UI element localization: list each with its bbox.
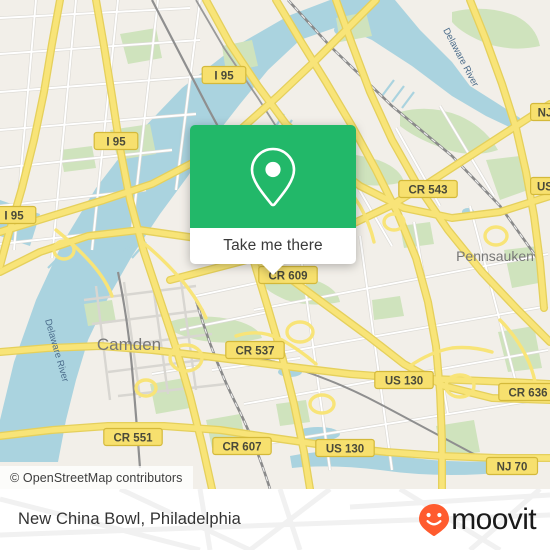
road-shield-label: US xyxy=(537,181,550,193)
road-shield-label: US 130 xyxy=(326,443,364,455)
moovit-logo[interactable]: moovit xyxy=(418,502,537,537)
road-shield: US xyxy=(530,176,550,196)
footer-bar: New China Bowl, Philadelphia moovit xyxy=(0,489,550,550)
road-shield-label: I 95 xyxy=(4,210,24,222)
map-pin-icon xyxy=(250,147,296,206)
road-shield-label: NJ 70 xyxy=(497,461,528,473)
callout-pointer xyxy=(262,264,284,275)
moovit-wordmark: moovit xyxy=(451,502,536,536)
road-shield: US 130 xyxy=(374,370,434,390)
road-shield-label: US 130 xyxy=(385,375,423,387)
road-shield: CR 543 xyxy=(398,179,458,199)
callout-thumbnail xyxy=(190,125,356,228)
road-shield: CR 551 xyxy=(103,427,163,447)
road-shield: I 95 xyxy=(201,65,247,85)
page-title: New China Bowl, Philadelphia xyxy=(18,510,241,528)
moovit-map-screenshot: Camden Pennsauken Delaware River Delaware … xyxy=(0,0,550,550)
road-shield: CR 607 xyxy=(212,436,272,456)
road-shield: NJ xyxy=(530,102,550,122)
road-shield: I 95 xyxy=(93,131,139,151)
road-shield-label: I 95 xyxy=(214,70,234,82)
road-shield-label: CR 543 xyxy=(409,184,448,196)
road-shield: CR 537 xyxy=(225,340,285,360)
road-shield: CR 636 xyxy=(498,382,550,402)
map-place-label: Camden xyxy=(97,335,161,354)
road-shield-label: CR 636 xyxy=(509,387,548,399)
osm-attribution: © OpenStreetMap contributors xyxy=(0,466,193,489)
road-shield: I 95 xyxy=(0,205,37,225)
road-shield-label: NJ xyxy=(538,107,550,119)
take-me-there-callout[interactable]: Take me there xyxy=(190,125,356,275)
road-shield-label: CR 607 xyxy=(223,441,262,453)
moovit-pin-smiley-icon xyxy=(419,503,450,536)
map-place-label: Pennsauken xyxy=(456,248,534,264)
road-shield: NJ 70 xyxy=(485,456,539,476)
take-me-there-label[interactable]: Take me there xyxy=(190,228,356,264)
road-shield: US 130 xyxy=(315,438,375,458)
road-shield-label: I 95 xyxy=(106,136,126,148)
road-shield-label: CR 537 xyxy=(236,345,275,357)
road-shield-label: CR 551 xyxy=(114,432,154,444)
